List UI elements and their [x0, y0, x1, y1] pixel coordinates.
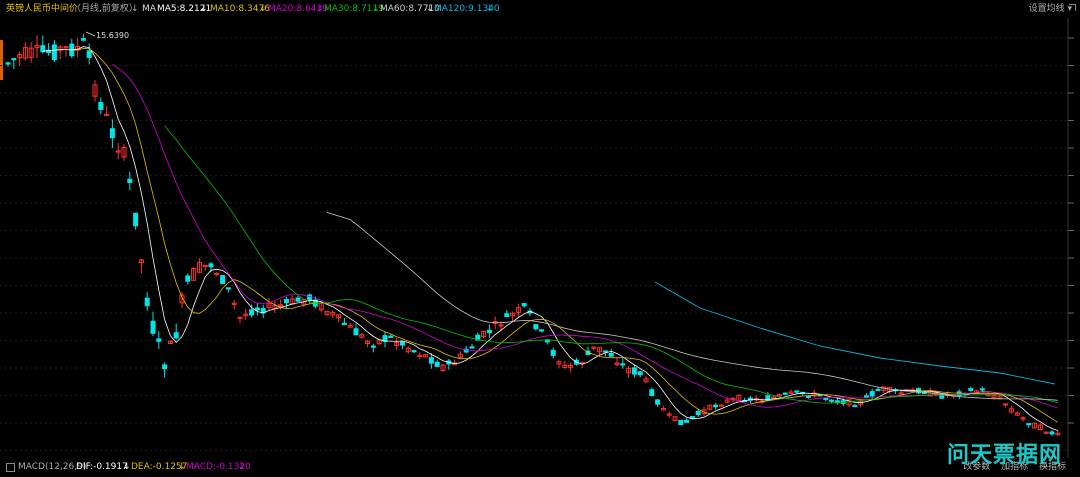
candle-body	[521, 303, 527, 307]
ma120-arrow-icon: ↓	[486, 4, 494, 14]
candle-body	[156, 338, 162, 342]
candle-body	[98, 101, 104, 111]
arrow-down-icon: ↓	[131, 4, 139, 14]
candle-body	[40, 45, 46, 53]
candle-body	[782, 392, 788, 395]
candle-body	[979, 388, 985, 391]
chart-title: 英镑人民币中间价	[6, 4, 79, 14]
watermark: 问天票据网	[946, 443, 1062, 468]
candle-body	[684, 419, 690, 423]
candle-body	[823, 397, 829, 400]
ma-label: MA	[142, 4, 156, 14]
candle-body	[127, 178, 133, 183]
ma20-arrow-icon: ↓	[316, 4, 324, 14]
candle-body	[869, 391, 875, 397]
candle-body	[655, 399, 661, 405]
ma60-arrow-icon: ↓	[426, 4, 434, 14]
candle-body	[150, 320, 156, 334]
candle-body	[834, 400, 840, 403]
candle-body	[11, 58, 17, 61]
candle-body	[370, 345, 376, 348]
ma5-arrow-icon: ↓	[200, 4, 208, 14]
indicator-header: 英镑人民币中间价 （月线,前复权） ↓ MA MA5:8.2121 ↓ MA10…	[0, 0, 1080, 18]
max-pointer-line	[85, 31, 96, 37]
macd-arrow-icon: ↓	[238, 462, 246, 472]
candle-body	[852, 404, 858, 408]
candle-body	[428, 357, 434, 364]
candle-body	[208, 263, 214, 268]
candle-body	[254, 307, 260, 311]
candle-body	[388, 335, 394, 338]
candle-body	[220, 275, 226, 285]
ma20-line	[112, 63, 1058, 409]
candle-body	[283, 298, 289, 304]
candle-body	[353, 328, 359, 336]
dif-arrow-icon: ↓	[123, 462, 131, 472]
candle-body	[144, 297, 150, 307]
candle-body	[631, 367, 637, 375]
ma5-line	[42, 46, 1058, 431]
ma60-line	[326, 212, 1058, 401]
candle-body	[295, 297, 301, 302]
chevron-down-icon: ▾	[1067, 4, 1072, 14]
candle-body	[162, 364, 168, 370]
candle-body	[689, 416, 695, 419]
candle-body	[939, 394, 945, 399]
ma120-line	[654, 281, 1056, 385]
candle-body	[829, 399, 835, 402]
candle-body	[109, 128, 115, 139]
candle-body	[805, 395, 811, 399]
candle-body	[695, 410, 701, 416]
candle-body	[51, 44, 57, 61]
candle-body	[1049, 431, 1055, 435]
candle-body	[86, 50, 92, 58]
candle-body	[602, 350, 608, 353]
candle-body	[968, 388, 974, 391]
ma10-arrow-icon: ↓	[259, 4, 267, 14]
macd-header: MACD(12,26,9) DIF:-0.1917 ↓ DEA:-0.1257 …	[0, 458, 1080, 477]
ma30-line	[164, 125, 1058, 404]
ma-settings-button[interactable]: 设置均线 ▾	[1029, 0, 1072, 18]
max-price-label: 15.6390	[96, 31, 129, 40]
candle-body	[249, 309, 255, 316]
candle-body	[173, 332, 179, 339]
candle-body	[185, 275, 191, 282]
candle-body	[550, 349, 556, 356]
kline-chart[interactable]: 15.6390	[0, 18, 1080, 458]
candle-body	[133, 212, 139, 227]
candle-body	[649, 389, 655, 397]
period-label[interactable]: （月线,前复权）	[72, 0, 138, 18]
candle-body	[504, 313, 510, 318]
candle-body	[863, 395, 869, 398]
ma-settings-label: 设置均线	[1028, 4, 1065, 14]
candle-body	[469, 346, 475, 349]
candle-body	[713, 404, 719, 408]
candle-body	[307, 294, 313, 301]
candle-body	[533, 324, 539, 330]
candle-body	[399, 341, 405, 346]
candle-body	[225, 287, 231, 290]
candle-body	[411, 350, 417, 353]
ma30-arrow-icon: ↓	[372, 4, 380, 14]
candle-body	[608, 352, 614, 357]
candle-body	[875, 388, 881, 392]
candle-body	[5, 62, 11, 65]
candle-body	[620, 363, 626, 366]
candle-body	[1026, 423, 1032, 426]
candle-body	[794, 390, 800, 393]
candle-body	[80, 38, 86, 41]
candle-body	[678, 419, 684, 426]
dea-arrow-icon: ↓	[178, 462, 186, 472]
candle-body	[486, 329, 492, 334]
candle-body	[434, 361, 440, 367]
candle-body	[539, 329, 545, 332]
candle-body	[637, 371, 643, 376]
candle-body	[341, 322, 347, 326]
dif-value: DIF:-0.1917	[76, 462, 128, 472]
